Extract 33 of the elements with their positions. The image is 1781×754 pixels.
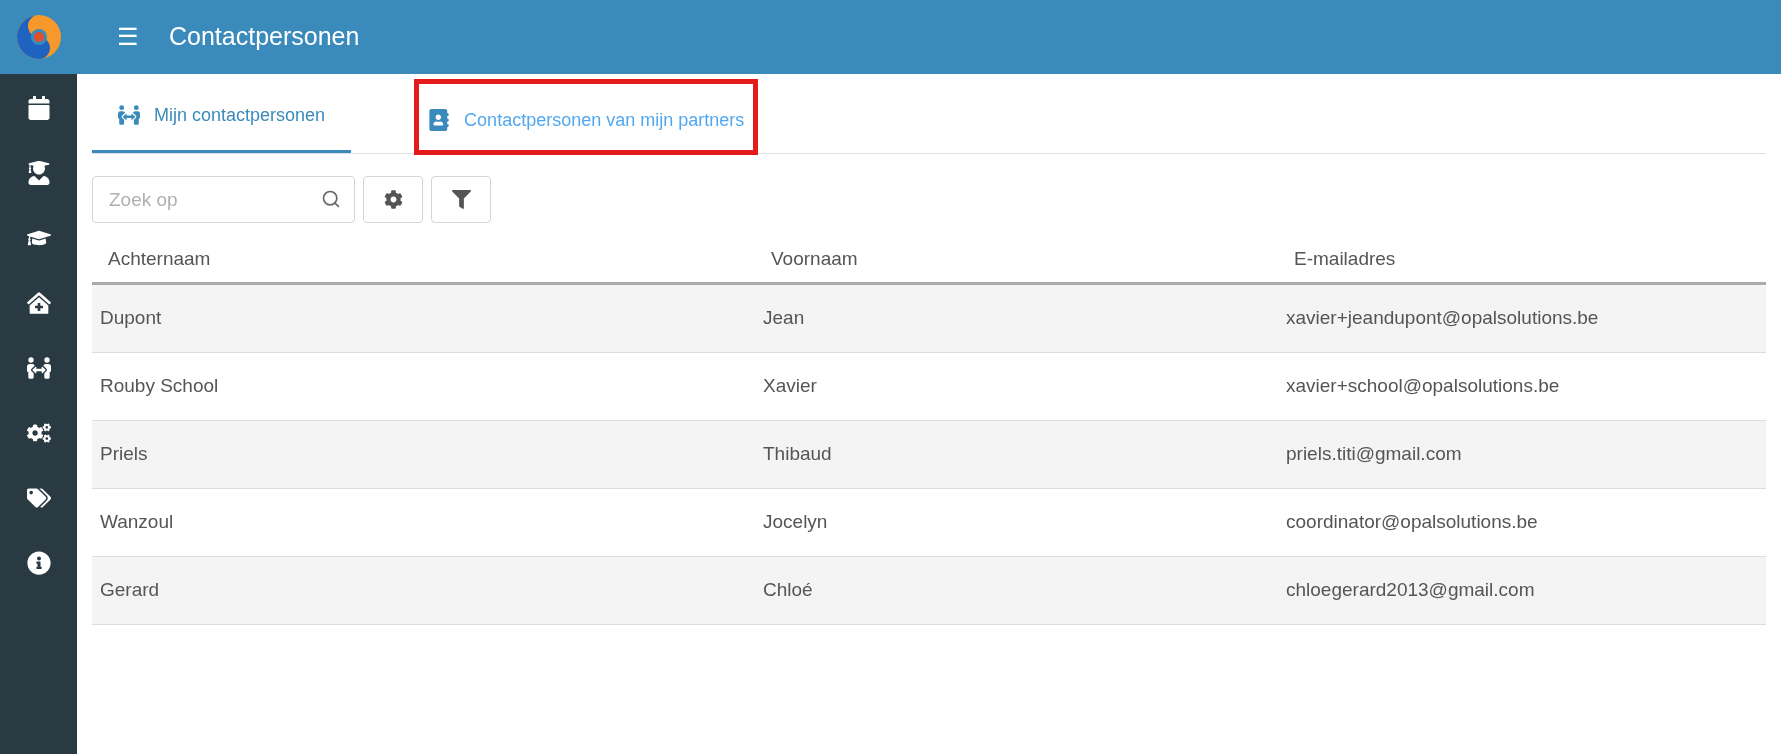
column-header: Voornaam [771,248,858,270]
people-arrows-icon [118,104,140,126]
search-field[interactable]: Zoek op [92,176,355,223]
table-cell: Jean [763,307,805,329]
table-cell: Jocelyn [763,511,828,533]
column-header: E-mailadres [1294,248,1396,270]
table-cell: Xavier [763,375,817,397]
menu-button[interactable]: ☰ [117,19,139,55]
table-row[interactable]: Gerard Chloé chloegerard2013@gmail.com [92,557,1766,625]
search-icon [321,189,341,209]
address-book-icon [428,109,451,131]
filter-icon [451,190,471,209]
table-cell: xavier+jeandupont@opalsolutions.be [1286,307,1599,329]
table-cell: coordinator@opalsolutions.be [1286,511,1538,533]
logo-icon [15,14,62,60]
table-cell: xavier+school@opalsolutions.be [1286,375,1560,397]
table-cell: Thibaud [763,443,832,465]
table-cell: Chloé [763,579,813,601]
table-cell: Wanzoul [100,511,174,533]
table-cell: priels.titi@gmail.com [1286,443,1462,465]
table-cell: Gerard [100,579,160,601]
table-cell: Priels [100,443,148,465]
filter-button[interactable] [431,176,491,223]
table-cell: Dupont [100,307,162,329]
column-header: Achternaam [108,248,211,270]
settings-button[interactable] [363,176,423,223]
table-row[interactable]: Dupont Jean xavier+jeandupont@opalsolutions.be [92,285,1766,353]
table-row[interactable]: Priels Thibaud priels.titi@gmail.com [92,421,1766,489]
gear-icon [383,190,403,209]
table-cell: chloegerard2013@gmail.com [1286,579,1535,601]
tab[interactable]: Mijn contactpersonen [92,74,352,153]
page-title: Contactpersonen [169,21,360,53]
table-cell: Rouby School [100,375,219,397]
